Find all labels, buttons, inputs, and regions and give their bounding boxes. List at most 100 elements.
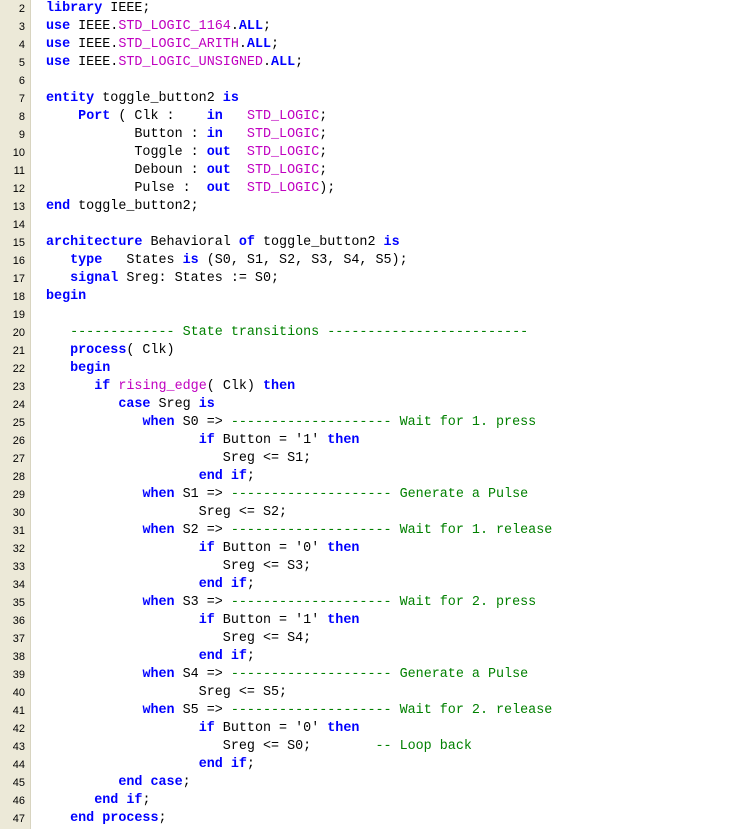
code-line[interactable]: 37 Sreg <= S4; <box>0 630 731 648</box>
plain-token: Sreg <= S1; <box>46 451 312 466</box>
code-line[interactable]: 15 architecture Behavioral of toggle_butt… <box>0 234 731 252</box>
code-line[interactable]: 4 use IEEE.STD_LOGIC_ARITH.ALL; <box>0 36 731 54</box>
type-token: STD_LOGIC <box>246 163 320 178</box>
plain-token: Sreg: States := S0; <box>118 271 280 286</box>
code-text: Pulse : out STD_LOGIC); <box>46 180 335 198</box>
code-line[interactable]: 5 use IEEE.STD_LOGIC_UNSIGNED.ALL; <box>0 54 731 72</box>
code-line[interactable]: 18 begin <box>0 288 731 306</box>
code-line[interactable]: 12 Pulse : out STD_LOGIC); <box>0 180 731 198</box>
code-line[interactable]: 25 when S0 => -------------------- Wait … <box>0 414 731 432</box>
comment-token: -------------------- Wait for 1. release <box>230 523 553 538</box>
code-line[interactable]: 27 Sreg <= S1; <box>0 450 731 468</box>
code-text: signal Sreg: States := S0; <box>46 270 279 288</box>
line-number: 5 <box>18 57 25 69</box>
line-number: 12 <box>12 183 25 195</box>
code-line[interactable]: 16 type States is (S0, S1, S2, S3, S4, S… <box>0 252 731 270</box>
code-line[interactable]: 11 Deboun : out STD_LOGIC; <box>0 162 731 180</box>
code-line[interactable]: 35 when S3 => -------------------- Wait … <box>0 594 731 612</box>
code-line[interactable]: 29 when S1 => -------------------- Gener… <box>0 486 731 504</box>
code-line[interactable]: 31 when S2 => -------------------- Wait … <box>0 522 731 540</box>
keyword-token: type <box>70 253 103 268</box>
code-line[interactable]: 32 if Button = '0' then <box>0 540 731 558</box>
code-line[interactable]: 20 ------------- State transitions -----… <box>0 324 731 342</box>
keyword-token: when <box>142 523 175 538</box>
code-line[interactable]: 30 Sreg <= S2; <box>0 504 731 522</box>
code-line[interactable]: 22 begin <box>0 360 731 378</box>
keyword-token: library <box>46 1 103 16</box>
code-line[interactable]: 7 entity toggle_button2 is <box>0 90 731 108</box>
keyword-token: end case <box>118 775 183 790</box>
code-line[interactable]: 46 end if; <box>0 792 731 810</box>
line-number: 6 <box>18 75 25 87</box>
keyword-token: when <box>142 595 175 610</box>
code-line[interactable]: 21 process( Clk) <box>0 342 731 360</box>
code-line[interactable]: 23 if rising_edge( Clk) then <box>0 378 731 396</box>
code-line[interactable]: 24 case Sreg is <box>0 396 731 414</box>
code-line[interactable]: 13 end toggle_button2; <box>0 198 731 216</box>
plain-token: ; <box>295 55 304 70</box>
code-line[interactable]: 17 signal Sreg: States := S0; <box>0 270 731 288</box>
plain-token: ; <box>246 577 255 592</box>
line-number: 47 <box>12 813 25 825</box>
code-line[interactable]: 10 Toggle : out STD_LOGIC; <box>0 144 731 162</box>
code-line[interactable]: 2 library IEEE; <box>0 0 731 18</box>
code-line[interactable]: 42 if Button = '0' then <box>0 720 731 738</box>
plain-token: ( Clk) <box>206 379 263 394</box>
code-line[interactable]: 40 Sreg <= S5; <box>0 684 731 702</box>
code-line[interactable]: 26 if Button = '1' then <box>0 432 731 450</box>
plain-token: ; <box>158 811 167 826</box>
code-line[interactable]: 34 end if; <box>0 576 731 594</box>
code-line[interactable]: 33 Sreg <= S3; <box>0 558 731 576</box>
type-token: STD_LOGIC_ARITH <box>118 37 239 52</box>
code-line[interactable]: 14 <box>0 216 731 234</box>
line-number: 46 <box>12 795 25 807</box>
line-number: 32 <box>12 543 25 555</box>
code-text: Port ( Clk : in STD_LOGIC; <box>46 108 327 126</box>
code-editor[interactable]: 2 library IEEE; 3 use IEEE.STD_LOGIC_1164.A… <box>0 0 731 829</box>
line-number: 33 <box>12 561 25 573</box>
line-number: 44 <box>12 759 25 771</box>
line-number: 39 <box>12 669 25 681</box>
code-line[interactable]: 8 Port ( Clk : in STD_LOGIC; <box>0 108 731 126</box>
code-line[interactable]: 43 Sreg <= S0; -- Loop back <box>0 738 731 756</box>
plain-token: Button : <box>46 127 207 142</box>
code-line[interactable]: 38 end if; <box>0 648 731 666</box>
code-line[interactable]: 36 if Button = '1' then <box>0 612 731 630</box>
keyword-token: entity <box>46 91 95 106</box>
code-text: use IEEE.STD_LOGIC_UNSIGNED.ALL; <box>46 54 303 72</box>
plain-token: Sreg <= S3; <box>46 559 312 574</box>
code-line[interactable]: 47 end process; <box>0 810 731 828</box>
code-line[interactable]: 44 end if; <box>0 756 731 774</box>
code-line[interactable]: 3 use IEEE.STD_LOGIC_1164.ALL; <box>0 18 731 36</box>
keyword-token: then <box>327 721 360 736</box>
code-line[interactable]: 9 Button : in STD_LOGIC; <box>0 126 731 144</box>
line-number: 17 <box>12 273 25 285</box>
plain-token: Sreg <= S2; <box>46 505 288 520</box>
code-line[interactable]: 39 when S4 => -------------------- Gener… <box>0 666 731 684</box>
plain-token: . <box>262 55 272 70</box>
keyword-token: begin <box>70 361 111 376</box>
code-line[interactable]: 19 <box>0 306 731 324</box>
keyword-token: is <box>198 397 215 412</box>
line-number: 14 <box>12 219 25 231</box>
code-line[interactable]: 6 <box>0 72 731 90</box>
comment-token: -------------------- Generate a Pulse <box>230 487 529 502</box>
keyword-token: process <box>70 343 127 358</box>
plain-token: S5 => <box>174 703 231 718</box>
comment-token: ------------- State transitions --------… <box>70 325 529 340</box>
code-lines[interactable]: 2 library IEEE; 3 use IEEE.STD_LOGIC_1164.A… <box>0 0 731 828</box>
code-line[interactable]: 45 end case; <box>0 774 731 792</box>
code-line[interactable]: 28 end if; <box>0 468 731 486</box>
code-line[interactable]: 41 when S5 => -------------------- Wait … <box>0 702 731 720</box>
code-text: process( Clk) <box>46 342 174 360</box>
line-number: 7 <box>18 93 25 105</box>
line-number: 20 <box>12 327 25 339</box>
keyword-token: if <box>198 541 215 556</box>
